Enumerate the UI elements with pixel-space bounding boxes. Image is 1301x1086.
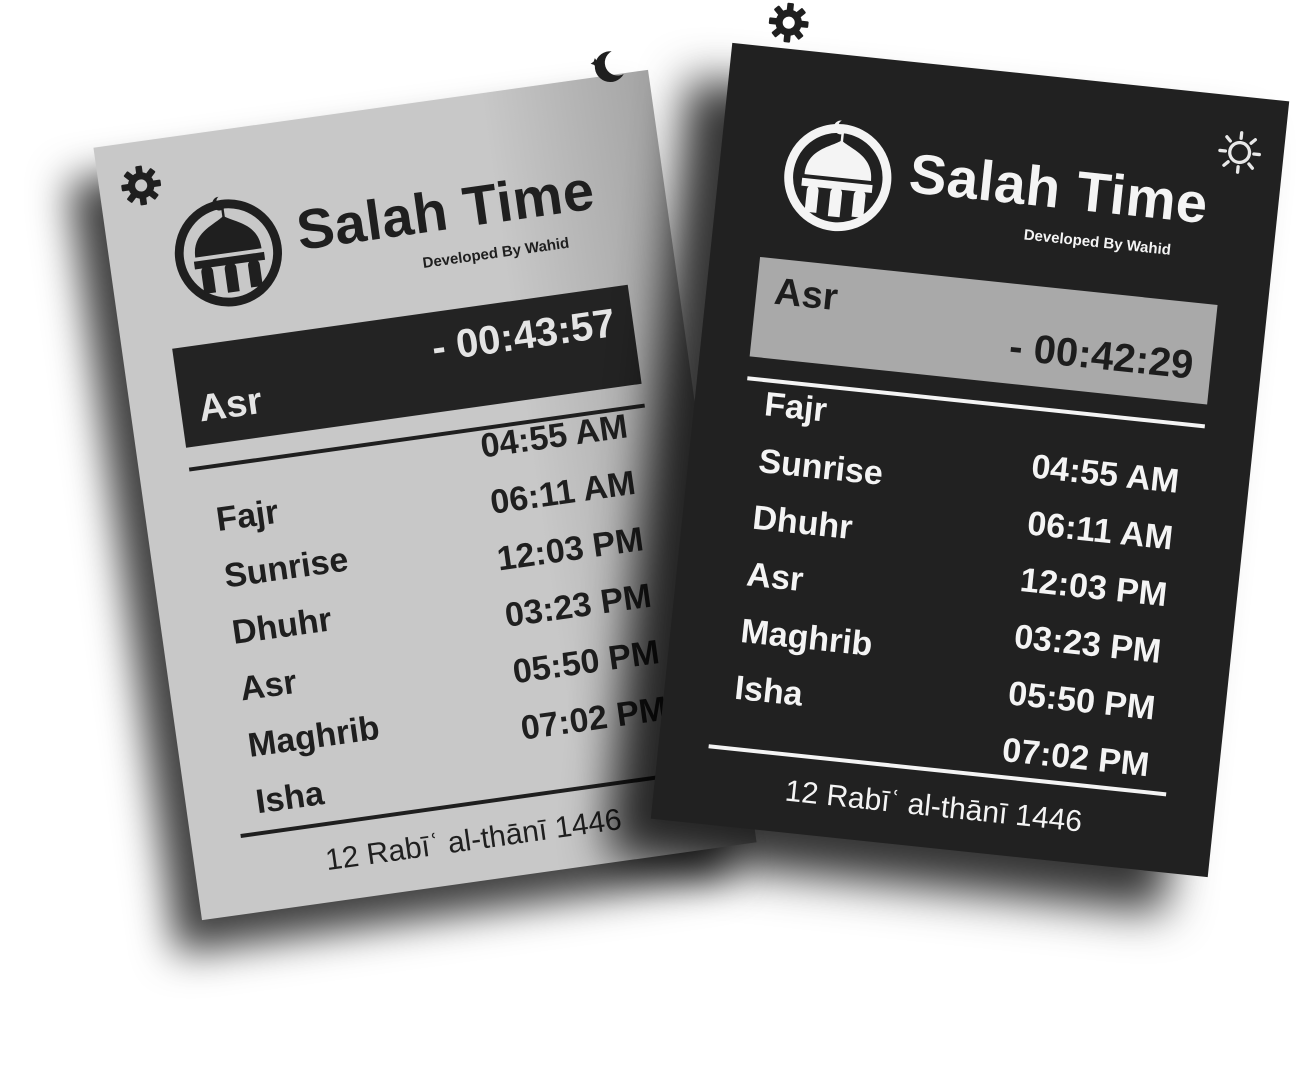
- prayer-name: Fajr: [762, 385, 829, 430]
- settings-gear-icon[interactable]: [765, 0, 813, 47]
- prayer-times-list: Fajr 04:55 AM Sunrise 06:11 AM Dhuhr 12:…: [211, 407, 675, 822]
- next-prayer-countdown: Asr - 00:42:29: [749, 256, 1218, 405]
- next-prayer-name: Asr: [772, 270, 840, 320]
- app-subtitle: Developed By Wahid: [1022, 226, 1172, 259]
- mosque-logo-icon: [773, 109, 903, 239]
- mosque-logo-icon: [161, 182, 294, 315]
- prayer-times-list: Fajr 04:55 AM Sunrise 06:11 AM Dhuhr 12:…: [730, 385, 1184, 784]
- next-prayer-name: Asr: [195, 380, 265, 431]
- app-title: Salah Time: [906, 141, 1212, 236]
- prayer-time: 04:55 AM: [478, 407, 631, 466]
- prayer-name: Isha: [253, 774, 327, 822]
- prayer-name: Asr: [744, 555, 806, 600]
- countdown-timer: - 00:42:29: [1007, 324, 1196, 388]
- prayer-name: Isha: [732, 668, 805, 714]
- countdown-timer: - 00:43:57: [429, 301, 618, 371]
- app-header: Salah Time Developed By Wahid: [772, 109, 1243, 286]
- settings-gear-icon[interactable]: [116, 161, 166, 211]
- moon-stars-icon[interactable]: [582, 43, 632, 93]
- dark-theme-card: Salah Time Developed By Wahid Asr - 00:4…: [650, 43, 1290, 878]
